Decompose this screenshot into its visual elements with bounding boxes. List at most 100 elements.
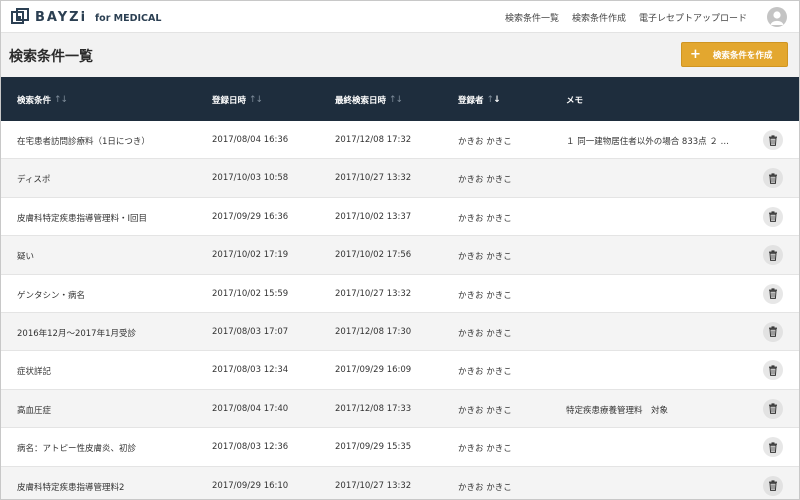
- trash-icon: [769, 326, 777, 338]
- memo: １ 同一建物居住者以外の場合 833点 ２ …: [566, 137, 730, 147]
- column-header-name-label: 検索条件: [17, 96, 52, 106]
- registrant: かきお かきこ: [458, 252, 512, 263]
- app-window: BAYZi for MEDICAL 検索条件一覧 検索条件作成 電子レセプトアッ…: [0, 0, 800, 500]
- table-row[interactable]: 皮膚科特定疾患指導管理料・I回目 2017/09/29 16:36 2017/10/…: [1, 197, 799, 237]
- logo-text: BAYZi: [35, 9, 88, 25]
- top-nav: 検索条件一覧 検索条件作成 電子レセプトアップロード: [505, 11, 747, 24]
- table-row[interactable]: 皮膚科特定疾患指導管理料2 2017/09/29 16:10 2017/10/27 …: [1, 466, 799, 499]
- last-search-datetime: 2017/12/08 17:32: [335, 135, 412, 145]
- registered-datetime: 2017/10/02 17:19: [212, 250, 289, 261]
- trash-icon: [769, 480, 777, 491]
- page-title: 検索条件一覧: [9, 49, 93, 65]
- delete-button[interactable]: [763, 130, 783, 150]
- table-body: 在宅患者訪問診療料（1日につき） 2017/08/04 16:36 2017/12/…: [1, 121, 799, 499]
- bayzi-logo-icon: [11, 8, 29, 24]
- column-header-last-search-label: 最終検索日時: [335, 96, 387, 106]
- condition-name: 病名：アトピー性皮膚炎、初診: [17, 444, 137, 455]
- table-row[interactable]: 疑い 2017/10/02 17:19 2017/10/02 17:56 かきお かき…: [1, 236, 799, 275]
- plus-icon: +: [690, 47, 701, 62]
- trash-icon: [769, 403, 777, 415]
- column-header-memo: メモ: [566, 94, 583, 106]
- registered-datetime: 2017/10/02 15:59: [212, 288, 289, 299]
- last-search-datetime: 2017/10/02 17:56: [335, 250, 412, 261]
- table-row[interactable]: 高血圧症 2017/08/04 17:40 2017/12/08 17:33 かきお …: [1, 389, 799, 429]
- trash-icon: [769, 250, 777, 261]
- delete-button[interactable]: [763, 245, 783, 266]
- registered-datetime: 2017/08/03 12:34: [212, 365, 289, 376]
- last-search-datetime: 2017/12/08 17:30: [335, 326, 412, 337]
- registrant: かきお かきこ: [458, 444, 512, 455]
- sort-arrows-icon[interactable]: ↑↓: [487, 95, 501, 105]
- delete-button[interactable]: [763, 475, 783, 496]
- registered-datetime: 2017/08/03 12:36: [212, 442, 289, 453]
- nav-link-create-search[interactable]: 検索条件作成: [572, 11, 626, 24]
- table-header: 検索条件 ↑↓ 登録日時 ↑↓ 最終検索日時 ↑↓ 登録者 ↑↓ メモ: [1, 77, 799, 121]
- table-row[interactable]: 病名：アトピー性皮膚炎、初診 2017/08/03 12:36 2017/09/29…: [1, 428, 799, 467]
- column-header-last-search[interactable]: 最終検索日時 ↑↓: [335, 94, 403, 106]
- trash-icon: [769, 288, 777, 299]
- column-header-user-label: 登録者: [458, 96, 484, 106]
- last-search-datetime: 2017/10/02 13:37: [335, 211, 412, 222]
- create-search-button[interactable]: + 検索条件を作成: [681, 42, 788, 67]
- top-navbar: BAYZi for MEDICAL 検索条件一覧 検索条件作成 電子レセプトアッ…: [1, 1, 799, 33]
- registered-datetime: 2017/09/29 16:10: [212, 480, 289, 491]
- condition-name: ゲンタシン・病名: [17, 290, 86, 301]
- condition-name: ディスポ: [17, 175, 51, 186]
- trash-icon: [769, 211, 777, 223]
- table-row[interactable]: 在宅患者訪問診療料（1日につき） 2017/08/04 16:36 2017/12/…: [1, 121, 799, 160]
- registrant: かきお かきこ: [458, 367, 512, 378]
- column-header-user[interactable]: 登録者 ↑↓: [458, 94, 501, 106]
- sort-arrows-icon[interactable]: ↑↓: [389, 95, 403, 105]
- trash-icon: [769, 173, 777, 184]
- table-row[interactable]: ディスポ 2017/10/03 10:58 2017/10/27 13:32 かきお …: [1, 159, 799, 198]
- delete-button[interactable]: [763, 321, 783, 342]
- user-avatar-icon[interactable]: [767, 7, 787, 27]
- condition-name: 皮膚科特定疾患指導管理料・I回目: [17, 213, 148, 224]
- condition-name: 2016年12月～2017年1月受診: [17, 328, 136, 339]
- registrant: かきお かきこ: [458, 482, 512, 493]
- last-search-datetime: 2017/12/08 17:33: [335, 403, 412, 414]
- condition-name: 在宅患者訪問診療料（1日につき）: [17, 137, 150, 147]
- registrant: かきお かきこ: [458, 328, 512, 339]
- delete-button[interactable]: [763, 437, 783, 458]
- column-header-registered[interactable]: 登録日時 ↑↓: [212, 94, 263, 106]
- create-search-button-label: 検索条件を作成: [712, 50, 773, 61]
- delete-button[interactable]: [763, 168, 783, 189]
- delete-button[interactable]: [763, 283, 783, 304]
- registered-datetime: 2017/08/04 16:36: [212, 135, 289, 145]
- trash-icon: [769, 365, 777, 376]
- table-row[interactable]: ゲンタシン・病名 2017/10/02 15:59 2017/10/27 13:32…: [1, 274, 799, 313]
- column-header-registered-label: 登録日時: [212, 96, 247, 106]
- last-search-datetime: 2017/09/29 15:35: [335, 442, 412, 453]
- registered-datetime: 2017/08/03 17:07: [212, 326, 289, 337]
- last-search-datetime: 2017/10/27 13:32: [335, 480, 412, 491]
- delete-button[interactable]: [763, 398, 783, 419]
- nav-link-search-list[interactable]: 検索条件一覧: [505, 11, 559, 24]
- condition-name: 症状詳記: [17, 367, 52, 378]
- condition-name: 疑い: [17, 252, 35, 263]
- search-conditions-table: 検索条件 ↑↓ 登録日時 ↑↓ 最終検索日時 ↑↓ 登録者 ↑↓ メモ 在宅患者…: [1, 77, 799, 499]
- registered-datetime: 2017/08/04 17:40: [212, 403, 289, 414]
- trash-icon: [769, 442, 777, 453]
- delete-button[interactable]: [763, 206, 783, 227]
- registrant: かきお かきこ: [458, 405, 512, 416]
- nav-link-upload-receipt[interactable]: 電子レセプトアップロード: [639, 11, 747, 24]
- condition-name: 高血圧症: [17, 405, 52, 416]
- delete-button[interactable]: [763, 360, 783, 381]
- sort-arrows-icon[interactable]: ↑↓: [54, 95, 68, 105]
- column-header-name[interactable]: 検索条件 ↑↓: [17, 94, 68, 106]
- registrant: かきお かきこ: [458, 213, 512, 224]
- sort-arrows-icon[interactable]: ↑↓: [249, 95, 263, 105]
- table-row[interactable]: 2016年12月～2017年1月受診 2017/08/03 17:07 2017/1…: [1, 312, 799, 352]
- registrant: かきお かきこ: [458, 290, 512, 301]
- registrant: かきお かきこ: [458, 175, 512, 186]
- last-search-datetime: 2017/10/27 13:32: [335, 288, 412, 299]
- registered-datetime: 2017/09/29 16:36: [212, 211, 289, 222]
- last-search-datetime: 2017/09/29 16:09: [335, 365, 412, 376]
- registered-datetime: 2017/10/03 10:58: [212, 173, 289, 184]
- last-search-datetime: 2017/10/27 13:32: [335, 173, 412, 184]
- table-row[interactable]: 症状詳記 2017/08/03 12:34 2017/09/29 16:09 かきお …: [1, 351, 799, 390]
- logo[interactable]: BAYZi for MEDICAL: [11, 8, 161, 26]
- condition-name: 皮膚科特定疾患指導管理料2: [17, 482, 125, 493]
- column-header-memo-label: メモ: [566, 96, 584, 106]
